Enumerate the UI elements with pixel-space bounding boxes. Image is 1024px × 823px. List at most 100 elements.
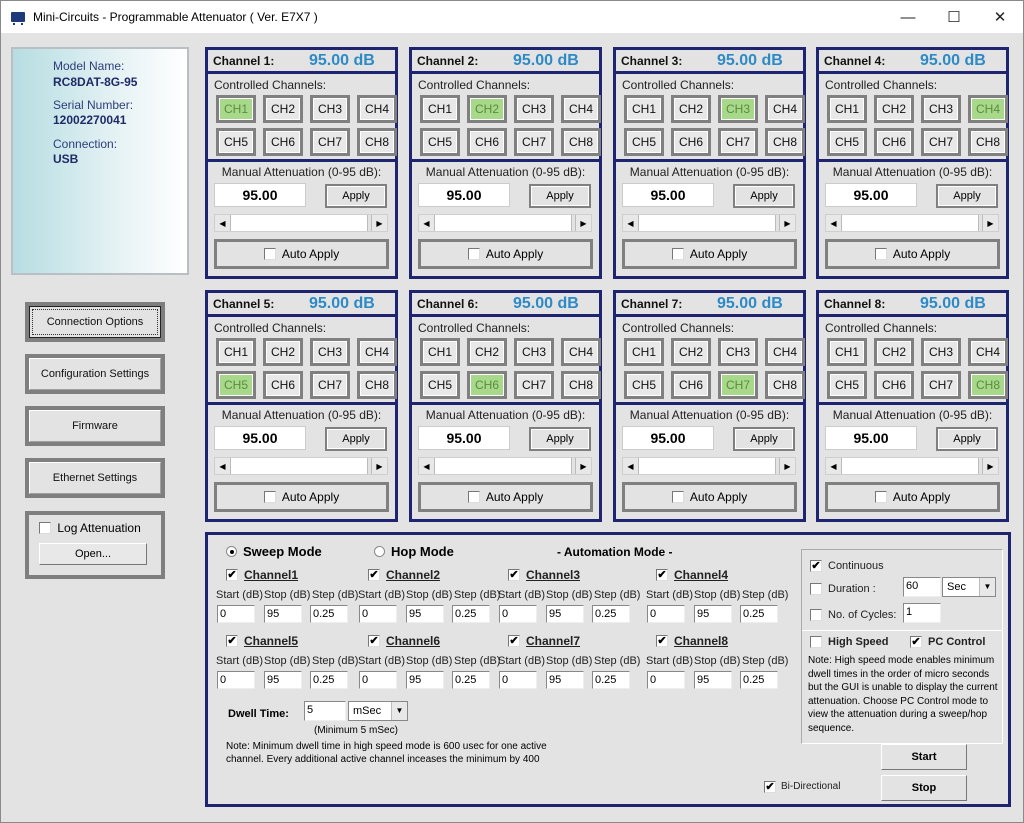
channel-link[interactable]: Channel1 xyxy=(244,568,298,582)
channel-select-button-ch8[interactable]: CH8 xyxy=(561,128,601,156)
scroll-left-icon[interactable]: ◀ xyxy=(826,215,842,231)
auto-apply-checkbox[interactable] xyxy=(671,491,684,503)
stop-button[interactable]: Stop xyxy=(881,775,967,801)
channel-select-button-ch1[interactable]: CH1 xyxy=(624,95,664,123)
auto-apply-checkbox[interactable] xyxy=(874,248,887,260)
channel-link[interactable]: Channel8 xyxy=(674,634,728,648)
start-input[interactable]: 0 xyxy=(647,605,685,623)
manual-attenuation-input[interactable]: 95.00 xyxy=(214,183,306,207)
bidirectional-checkbox[interactable]: ✔ xyxy=(764,780,776,793)
start-input[interactable]: 0 xyxy=(499,605,537,623)
maximize-button[interactable]: ☐ xyxy=(931,1,977,33)
manual-attenuation-input[interactable]: 95.00 xyxy=(622,183,714,207)
attenuation-slider[interactable]: ◀ ▶ xyxy=(622,457,796,475)
apply-button[interactable]: Apply xyxy=(733,184,795,208)
channel-select-button-ch7[interactable]: CH7 xyxy=(514,371,554,399)
attenuation-slider[interactable]: ◀ ▶ xyxy=(214,214,388,232)
duration-input[interactable]: 60 xyxy=(903,577,941,597)
manual-attenuation-input[interactable]: 95.00 xyxy=(418,426,510,450)
channel-select-button-ch3[interactable]: CH3 xyxy=(514,338,554,366)
channel-select-button-ch3[interactable]: CH3 xyxy=(921,338,961,366)
channel-select-button-ch8[interactable]: CH8 xyxy=(357,128,397,156)
channel-select-button-ch5[interactable]: CH5 xyxy=(420,371,460,399)
channel-select-button-ch6[interactable]: CH6 xyxy=(263,128,303,156)
channel-link[interactable]: Channel7 xyxy=(526,634,580,648)
manual-attenuation-input[interactable]: 95.00 xyxy=(622,426,714,450)
apply-button[interactable]: Apply xyxy=(936,184,998,208)
auto-apply-checkbox[interactable] xyxy=(263,491,276,503)
attenuation-slider[interactable]: ◀ ▶ xyxy=(418,214,592,232)
manual-attenuation-input[interactable]: 95.00 xyxy=(418,183,510,207)
channel-select-button-ch2[interactable]: CH2 xyxy=(467,95,507,123)
channel-select-button-ch4[interactable]: CH4 xyxy=(765,338,805,366)
step-input[interactable]: 0.25 xyxy=(592,671,630,689)
channel-select-button-ch4[interactable]: CH4 xyxy=(968,338,1008,366)
scroll-left-icon[interactable]: ◀ xyxy=(623,458,639,474)
step-input[interactable]: 0.25 xyxy=(592,605,630,623)
start-input[interactable]: 0 xyxy=(359,605,397,623)
channel-select-button-ch8[interactable]: CH8 xyxy=(968,128,1008,156)
stop-input[interactable]: 95 xyxy=(694,605,732,623)
channel-select-button-ch7[interactable]: CH7 xyxy=(921,128,961,156)
scroll-left-icon[interactable]: ◀ xyxy=(419,215,435,231)
scroll-right-icon[interactable]: ▶ xyxy=(982,215,998,231)
channel-select-button-ch4[interactable]: CH4 xyxy=(765,95,805,123)
channel-select-button-ch7[interactable]: CH7 xyxy=(310,128,350,156)
channel-link[interactable]: Channel6 xyxy=(386,634,440,648)
channel-select-button-ch6[interactable]: CH6 xyxy=(874,371,914,399)
channel-select-button-ch5[interactable]: CH5 xyxy=(827,128,867,156)
channel-select-button-ch1[interactable]: CH1 xyxy=(420,338,460,366)
channel-link[interactable]: Channel3 xyxy=(526,568,580,582)
apply-button[interactable]: Apply xyxy=(529,184,591,208)
channel-select-button-ch1[interactable]: CH1 xyxy=(216,338,256,366)
scroll-left-icon[interactable]: ◀ xyxy=(215,215,231,231)
stop-input[interactable]: 95 xyxy=(694,671,732,689)
stop-input[interactable]: 95 xyxy=(406,605,444,623)
channel-enable-checkbox[interactable]: ✔ xyxy=(226,568,238,581)
scroll-right-icon[interactable]: ▶ xyxy=(575,458,591,474)
firmware-button[interactable]: Firmware xyxy=(25,406,165,446)
channel-select-button-ch1[interactable]: CH1 xyxy=(827,95,867,123)
channel-select-button-ch6[interactable]: CH6 xyxy=(671,371,711,399)
attenuation-slider[interactable]: ◀ ▶ xyxy=(622,214,796,232)
channel-select-button-ch3[interactable]: CH3 xyxy=(718,95,758,123)
dwell-unit-select[interactable]: mSec ▼ xyxy=(348,701,408,721)
channel-enable-checkbox[interactable]: ✔ xyxy=(656,568,668,581)
step-input[interactable]: 0.25 xyxy=(452,605,490,623)
start-button[interactable]: Start xyxy=(881,744,967,770)
channel-select-button-ch6[interactable]: CH6 xyxy=(671,128,711,156)
pc-control-checkbox[interactable]: ✔ xyxy=(910,635,922,648)
channel-link[interactable]: Channel4 xyxy=(674,568,728,582)
step-input[interactable]: 0.25 xyxy=(740,671,778,689)
ethernet-settings-button[interactable]: Ethernet Settings xyxy=(25,458,165,498)
auto-apply-checkbox[interactable] xyxy=(874,491,887,503)
channel-select-button-ch5[interactable]: CH5 xyxy=(420,128,460,156)
scroll-right-icon[interactable]: ▶ xyxy=(982,458,998,474)
channel-select-button-ch3[interactable]: CH3 xyxy=(718,338,758,366)
dwell-time-input[interactable]: 5 xyxy=(304,701,346,721)
channel-link[interactable]: Channel5 xyxy=(244,634,298,648)
start-input[interactable]: 0 xyxy=(217,671,255,689)
channel-select-button-ch5[interactable]: CH5 xyxy=(624,128,664,156)
channel-select-button-ch4[interactable]: CH4 xyxy=(357,338,397,366)
channel-select-button-ch2[interactable]: CH2 xyxy=(263,95,303,123)
close-button[interactable]: ✕ xyxy=(977,1,1023,33)
scroll-right-icon[interactable]: ▶ xyxy=(779,215,795,231)
channel-select-button-ch4[interactable]: CH4 xyxy=(968,95,1008,123)
stop-input[interactable]: 95 xyxy=(406,671,444,689)
apply-button[interactable]: Apply xyxy=(325,184,387,208)
channel-select-button-ch1[interactable]: CH1 xyxy=(624,338,664,366)
apply-button[interactable]: Apply xyxy=(529,427,591,451)
scroll-left-icon[interactable]: ◀ xyxy=(623,215,639,231)
stop-input[interactable]: 95 xyxy=(264,605,302,623)
duration-checkbox[interactable] xyxy=(810,582,822,595)
scroll-right-icon[interactable]: ▶ xyxy=(779,458,795,474)
scroll-left-icon[interactable]: ◀ xyxy=(826,458,842,474)
channel-select-button-ch5[interactable]: CH5 xyxy=(216,371,256,399)
channel-select-button-ch3[interactable]: CH3 xyxy=(921,95,961,123)
channel-select-button-ch1[interactable]: CH1 xyxy=(827,338,867,366)
apply-button[interactable]: Apply xyxy=(733,427,795,451)
channel-select-button-ch4[interactable]: CH4 xyxy=(561,338,601,366)
step-input[interactable]: 0.25 xyxy=(310,605,348,623)
scroll-right-icon[interactable]: ▶ xyxy=(371,215,387,231)
